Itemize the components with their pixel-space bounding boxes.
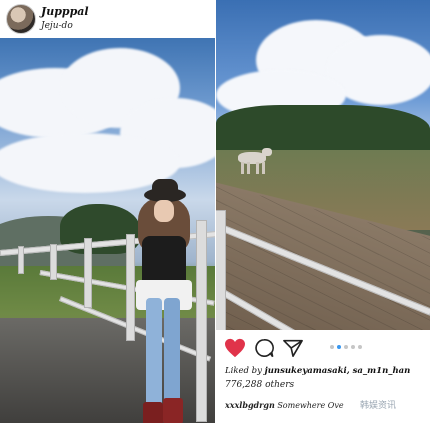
post-photo[interactable] <box>0 38 215 423</box>
username[interactable]: Jupppal <box>41 5 89 18</box>
location-tag[interactable]: Jeju-do <box>41 21 73 31</box>
post-right: Liked by junsukeyamasaki, sa_m1n_han 776… <box>216 0 430 423</box>
heart-icon[interactable] <box>224 338 246 358</box>
horse <box>238 148 272 174</box>
avatar[interactable] <box>6 4 36 34</box>
watermark: 韩娱资讯 <box>358 398 399 411</box>
post-photo[interactable] <box>216 0 430 330</box>
liked-by-text[interactable]: Liked by junsukeyamasaki, sa_m1n_han <box>225 366 410 376</box>
comment-icon[interactable] <box>254 338 274 358</box>
caption-user[interactable]: xxxlbgdrgn <box>225 400 275 410</box>
likes-count[interactable]: 776,288 others <box>225 380 294 390</box>
liked-by-users[interactable]: junsukeyamasaki, sa_m1n_han <box>265 366 411 376</box>
share-icon[interactable] <box>282 338 304 358</box>
action-bar: Liked by junsukeyamasaki, sa_m1n_han 776… <box>216 330 430 423</box>
post-header: Jupppal Jeju-do <box>0 0 215 39</box>
caption-text: Somewhere Ove <box>277 401 344 410</box>
carousel-indicator <box>330 345 362 349</box>
post-left: Jupppal Jeju-do <box>0 0 215 423</box>
person-figure <box>132 179 202 423</box>
liked-by-prefix: Liked by <box>225 366 262 376</box>
